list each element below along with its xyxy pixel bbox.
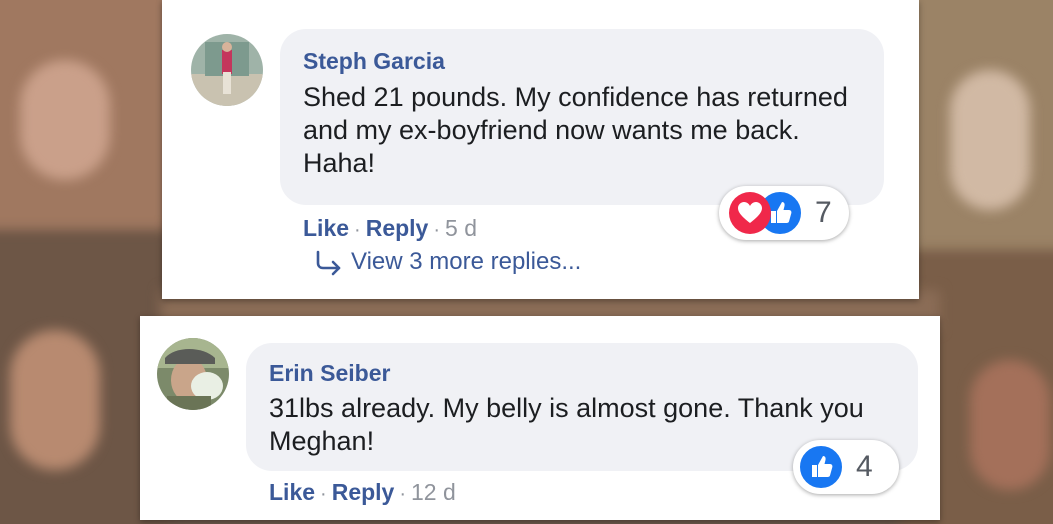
- comment-card: Steph Garcia Shed 21 pounds. My confiden…: [162, 0, 919, 299]
- avatar-photo-icon: [157, 338, 229, 410]
- view-more-replies-link[interactable]: View 3 more replies...: [313, 248, 581, 277]
- like-link[interactable]: Like: [303, 215, 349, 241]
- comment-timestamp[interactable]: 12 d: [411, 479, 456, 505]
- comment-actions: Like · Reply · 12 d: [269, 479, 456, 506]
- separator: ·: [320, 483, 327, 505]
- reaction-count: 4: [856, 450, 873, 483]
- like-link[interactable]: Like: [269, 479, 315, 505]
- separator: ·: [399, 483, 407, 505]
- heart-icon: [729, 192, 771, 234]
- comment-author[interactable]: Erin Seiber: [269, 360, 390, 387]
- comment-actions: Like · Reply · 5 d: [303, 215, 477, 242]
- separator: ·: [433, 219, 441, 241]
- view-more-replies-label: View 3 more replies...: [351, 248, 582, 275]
- avatar[interactable]: [157, 338, 229, 410]
- comment-card: Erin Seiber 31lbs already. My belly is a…: [140, 316, 940, 520]
- avatar-photo-icon: [191, 34, 263, 106]
- comment-bubble: Steph Garcia Shed 21 pounds. My confiden…: [280, 29, 884, 205]
- separator: ·: [354, 219, 361, 241]
- reaction-summary[interactable]: 7: [719, 186, 849, 240]
- reply-link[interactable]: Reply: [332, 479, 395, 505]
- avatar[interactable]: [191, 34, 263, 106]
- comment-author[interactable]: Steph Garcia: [303, 48, 445, 75]
- reaction-summary[interactable]: 4: [793, 440, 899, 494]
- comment-timestamp[interactable]: 5 d: [445, 215, 477, 241]
- thumbs-up-icon: [798, 444, 844, 490]
- reply-link[interactable]: Reply: [366, 215, 429, 241]
- reply-arrow-icon: [316, 250, 341, 275]
- comment-text: Shed 21 pounds. My confidence has return…: [303, 82, 848, 178]
- reaction-count: 7: [815, 196, 832, 229]
